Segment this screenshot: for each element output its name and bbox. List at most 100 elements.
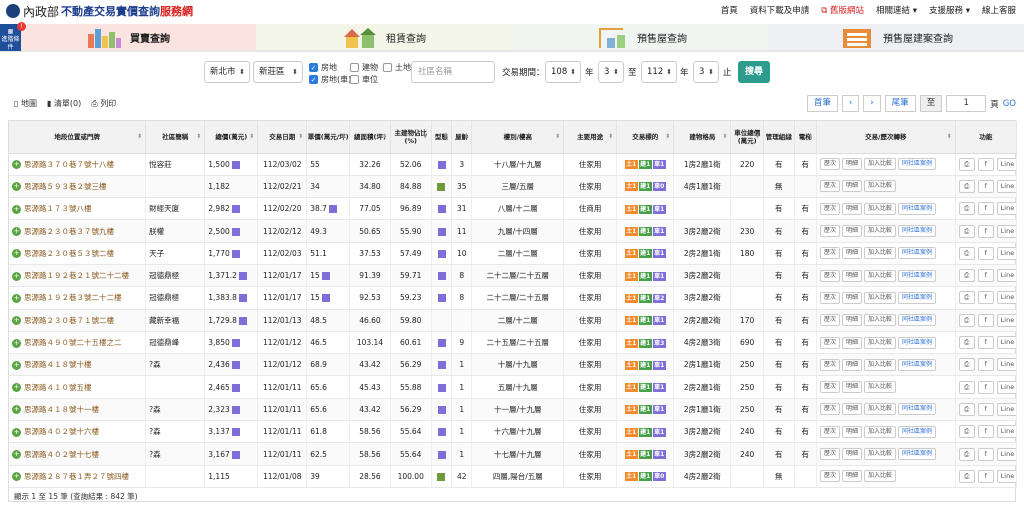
city-select[interactable]: 新北市 ⬍ [204,61,250,83]
column-header[interactable]: 交易/歷次轉移 ⬍ [816,121,956,154]
same-community-button[interactable]: 同社區案例 [898,269,937,282]
same-community-button[interactable]: 同社區案例 [898,158,937,171]
to-year-select[interactable]: 112 ⬍ [641,61,677,83]
detail-button[interactable]: 明細 [842,269,863,282]
compare-button[interactable]: 加入比較 [864,247,897,260]
price-note-icon[interactable] [231,339,240,348]
address-cell[interactable]: + 思源路３７０巷７號十八樓 [9,153,147,176]
facebook-icon[interactable]: f [977,291,994,305]
history-button[interactable]: 歷次 [820,180,841,193]
print-icon[interactable]: ⎙ [958,402,975,416]
column-header[interactable]: 樓別/樓高 ⬍ [471,121,565,154]
print-icon[interactable]: ⎙ [958,269,975,283]
compare-button[interactable]: 加入比較 [864,291,897,304]
print-icon[interactable]: ⎙ [958,291,975,305]
community-input[interactable]: 社區名稱 [411,61,495,83]
address-cell[interactable]: + 思源路４１０號五樓 [9,375,147,399]
check-land-building[interactable]: ✓ 房地 [309,62,337,73]
detail-button[interactable]: 明細 [842,470,863,483]
site-logo[interactable]: 內政部 不動產交易實價查詢 服務網 [6,3,193,20]
search-button[interactable]: 搜尋 [738,61,770,83]
address-cell[interactable]: + 思源路１９２巷２１號二十二樓 [9,264,147,288]
address-cell[interactable]: + 思源路４１８號十一樓 [9,398,147,422]
nav-links[interactable]: 相關連結 ▾ [876,4,917,16]
sort-icon[interactable]: ⬍ [463,133,468,141]
facebook-icon[interactable]: f [977,179,994,193]
compare-button[interactable]: 加入比較 [864,381,897,394]
history-button[interactable]: 歷次 [820,291,841,304]
line-share-button[interactable]: Line [996,202,1016,216]
same-community-button[interactable]: 同社區案例 [898,202,937,215]
facebook-icon[interactable]: f [977,447,994,461]
detail-button[interactable]: 明細 [842,403,863,416]
from-year-select[interactable]: 108 ⬍ [545,61,581,83]
price-note-icon[interactable] [231,383,240,392]
to-month-select[interactable]: 3 ⬍ [693,61,719,83]
print-button[interactable]: ⎙ 列印 [91,98,116,109]
column-header[interactable]: 管理組織 ⬍ [763,121,795,154]
column-header[interactable]: 總面積(坪) ⬍ [349,121,391,154]
compare-button[interactable]: 加入比較 [864,403,897,416]
nav-service[interactable]: 線上客服 [982,4,1016,16]
compare-button[interactable]: 加入比較 [864,425,897,438]
history-button[interactable]: 歷次 [820,358,841,371]
print-icon[interactable]: ⎙ [958,224,975,238]
sort-icon[interactable]: ⬍ [341,133,346,141]
column-header[interactable]: 建物格局 ⬍ [673,121,732,154]
sort-icon[interactable]: ⬍ [755,133,760,141]
history-button[interactable]: 歷次 [820,403,841,416]
detail-button[interactable]: 明細 [842,425,863,438]
facebook-icon[interactable]: f [977,202,994,216]
history-button[interactable]: 歷次 [820,448,841,460]
price-note-icon[interactable] [231,405,240,414]
expand-icon[interactable]: + [12,383,21,393]
line-share-button[interactable]: Line [996,402,1016,416]
facebook-icon[interactable]: f [977,402,994,416]
pager-last[interactable]: 尾筆 [884,95,916,112]
history-button[interactable]: 歷次 [820,314,841,327]
history-button[interactable]: 歷次 [820,158,841,171]
address-cell[interactable]: + 思源路２３０巷５３號二樓 [9,242,147,265]
compare-button[interactable]: 加入比較 [864,180,897,193]
line-share-button[interactable]: Line [996,447,1016,461]
price-note-icon[interactable] [238,316,247,325]
same-community-button[interactable]: 同社區案例 [898,448,937,460]
print-icon[interactable]: ⎙ [958,336,975,350]
detail-button[interactable]: 明細 [842,314,863,327]
expand-icon[interactable]: + [12,427,21,437]
facebook-icon[interactable]: f [977,246,994,260]
check-building[interactable]: 建物 [350,62,378,73]
price-note-icon[interactable] [231,160,240,169]
price-note-icon[interactable] [231,450,240,459]
history-button[interactable]: 歷次 [820,425,841,438]
facebook-icon[interactable]: f [977,425,994,439]
facebook-icon[interactable]: f [977,224,994,238]
print-icon[interactable]: ⎙ [958,202,975,216]
column-header[interactable]: 功能 [955,121,1018,154]
line-share-button[interactable]: Line [996,291,1016,305]
history-button[interactable]: 歷次 [820,202,841,215]
expand-icon[interactable]: + [12,204,21,214]
compare-button[interactable]: 加入比較 [864,314,897,327]
expand-icon[interactable]: + [12,182,21,192]
same-community-button[interactable]: 同社區案例 [898,247,937,260]
pager-prev[interactable]: ‹ [841,95,860,112]
print-icon[interactable]: ⎙ [958,157,975,171]
district-select[interactable]: 新莊區 ⬍ [253,61,303,83]
history-button[interactable]: 歷次 [820,225,841,238]
expand-icon[interactable]: + [12,472,21,482]
facebook-icon[interactable]: f [977,269,994,283]
expand-icon[interactable]: + [12,360,21,370]
detail-button[interactable]: 明細 [842,358,863,371]
pager-next[interactable]: › [863,95,881,112]
line-share-button[interactable]: Line [996,224,1016,238]
list-button[interactable]: ▮ 清單(0) [47,98,81,109]
facebook-icon[interactable]: f [977,380,994,394]
line-share-button[interactable]: Line [996,336,1016,350]
tab-rent[interactable]: 租賃查詢 [256,24,512,52]
sort-icon[interactable]: ⬍ [196,133,201,141]
detail-button[interactable]: 明細 [842,158,863,171]
detail-button[interactable]: 明細 [842,247,863,260]
detail-button[interactable]: 明細 [842,381,863,394]
from-month-select[interactable]: 3 ⬍ [598,61,624,83]
